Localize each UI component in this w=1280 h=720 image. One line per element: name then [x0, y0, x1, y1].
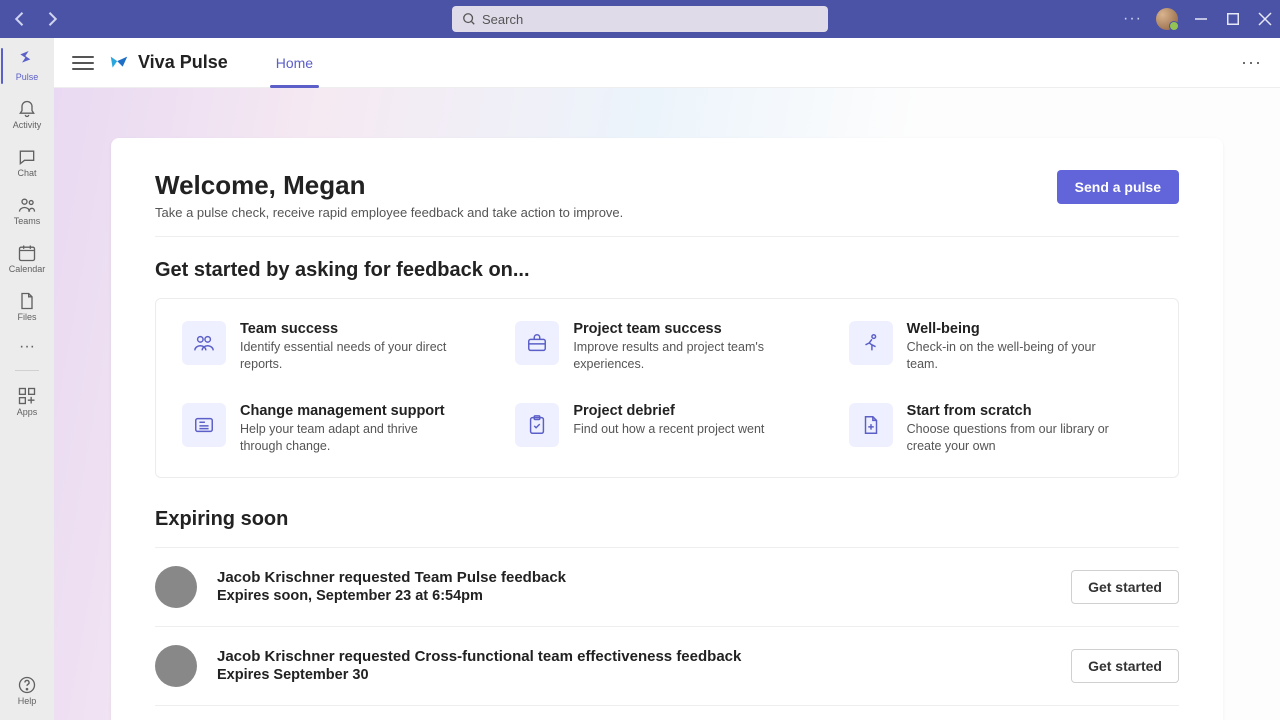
app-rail: Pulse Activity Chat Teams Calendar Files… — [0, 38, 54, 720]
rail-item-help[interactable]: Help — [1, 666, 53, 714]
apps-icon — [17, 386, 37, 406]
tab-home[interactable]: Home — [270, 38, 319, 87]
search-icon — [462, 12, 476, 26]
titlebar-more-button[interactable]: ··· — [1123, 10, 1142, 28]
card-desc: Improve results and project team's exper… — [573, 339, 783, 373]
requester-avatar — [155, 566, 197, 608]
rail-label: Apps — [17, 407, 38, 417]
search-placeholder: Search — [482, 12, 523, 27]
pulse-icon — [17, 51, 37, 71]
card-title: Well-being — [907, 321, 1117, 337]
welcome-subtext: Take a pulse check, receive rapid employ… — [155, 205, 623, 220]
rail-item-pulse[interactable]: Pulse — [1, 42, 53, 90]
run-icon — [849, 321, 893, 365]
rail-item-files[interactable]: Files — [1, 282, 53, 330]
maximize-button[interactable] — [1224, 10, 1242, 28]
card-well-being[interactable]: Well-being Check-in on the well-being of… — [849, 321, 1152, 373]
expiring-title: Jacob Krischner requested Team Pulse fee… — [217, 569, 1071, 586]
people-icon — [17, 195, 37, 215]
close-button[interactable] — [1256, 10, 1274, 28]
back-button[interactable] — [10, 9, 30, 29]
forward-button[interactable] — [42, 9, 62, 29]
expiring-row: Jacob Krischner requested Cross-function… — [155, 626, 1179, 705]
hero-background: Welcome, Megan Take a pulse check, recei… — [54, 88, 1280, 720]
card-desc: Identify essential needs of your direct … — [240, 339, 450, 373]
rail-item-activity[interactable]: Activity — [1, 90, 53, 138]
clipboard-check-icon — [515, 403, 559, 447]
rail-item-calendar[interactable]: Calendar — [1, 234, 53, 282]
rail-label: Chat — [17, 168, 36, 178]
send-pulse-button[interactable]: Send a pulse — [1057, 170, 1179, 204]
get-started-button[interactable]: Get started — [1071, 649, 1179, 683]
card-title: Team success — [240, 321, 450, 337]
card-project-debrief[interactable]: Project debrief Find out how a recent pr… — [515, 403, 818, 455]
card-title: Project debrief — [573, 403, 764, 419]
rail-separator — [15, 370, 39, 371]
card-desc: Choose questions from our library or cre… — [907, 421, 1117, 455]
help-icon — [17, 675, 37, 695]
briefcase-icon — [515, 321, 559, 365]
ellipsis-icon: ··· — [19, 338, 35, 356]
news-icon — [182, 403, 226, 447]
requester-avatar — [155, 645, 197, 687]
expiring-title: Jacob Krischner requested Cross-function… — [217, 648, 1071, 665]
get-started-button[interactable]: Get started — [1071, 570, 1179, 604]
file-icon — [17, 291, 37, 311]
app-logo: Viva Pulse — [108, 52, 228, 74]
bell-icon — [17, 99, 37, 119]
appbar-more-button[interactable]: ··· — [1241, 52, 1262, 73]
get-started-heading: Get started by asking for feedback on... — [155, 259, 1179, 282]
rail-label: Files — [17, 312, 36, 322]
calendar-icon — [17, 243, 37, 263]
tab-label: Home — [276, 55, 313, 71]
user-avatar[interactable] — [1156, 8, 1178, 30]
people-icon — [182, 321, 226, 365]
card-title: Change management support — [240, 403, 450, 419]
rail-item-chat[interactable]: Chat — [1, 138, 53, 186]
card-team-success[interactable]: Team success Identify essential needs of… — [182, 321, 485, 373]
content-area: Viva Pulse Home ··· Welcome, Megan Take … — [54, 38, 1280, 720]
card-title: Start from scratch — [907, 403, 1117, 419]
card-title: Project team success — [573, 321, 783, 337]
search-input[interactable]: Search — [452, 6, 828, 32]
app-title: Viva Pulse — [138, 52, 228, 73]
hamburger-button[interactable] — [72, 52, 94, 74]
rail-item-teams[interactable]: Teams — [1, 186, 53, 234]
app-bar: Viva Pulse Home ··· — [54, 38, 1280, 88]
card-project-team-success[interactable]: Project team success Improve results and… — [515, 321, 818, 373]
rail-label: Help — [18, 696, 37, 706]
card-desc: Find out how a recent project went — [573, 421, 764, 438]
main-panel: Welcome, Megan Take a pulse check, recei… — [111, 138, 1223, 720]
card-desc: Check-in on the well-being of your team. — [907, 339, 1117, 373]
card-desc: Help your team adapt and thrive through … — [240, 421, 450, 455]
rail-label: Pulse — [16, 72, 39, 82]
document-add-icon — [849, 403, 893, 447]
minimize-button[interactable] — [1192, 10, 1210, 28]
expiring-row: Jacob Krischner requested Team Pulse fee… — [155, 547, 1179, 626]
titlebar: Search ··· — [0, 0, 1280, 38]
welcome-heading: Welcome, Megan — [155, 170, 623, 201]
viva-pulse-icon — [108, 52, 130, 74]
expiring-heading: Expiring soon — [155, 508, 1179, 531]
rail-item-apps[interactable]: Apps — [1, 377, 53, 425]
card-start-from-scratch[interactable]: Start from scratch Choose questions from… — [849, 403, 1152, 455]
expiring-subtitle: Expires September 30 — [217, 667, 1071, 683]
rail-more-button[interactable]: ··· — [1, 330, 53, 364]
expiring-subtitle: Expires soon, September 23 at 6:54pm — [217, 588, 1071, 604]
rail-label: Teams — [14, 216, 41, 226]
card-change-management[interactable]: Change management support Help your team… — [182, 403, 485, 455]
chat-icon — [17, 147, 37, 167]
template-grid: Team success Identify essential needs of… — [155, 298, 1179, 478]
rail-label: Activity — [13, 120, 42, 130]
rail-label: Calendar — [9, 264, 46, 274]
